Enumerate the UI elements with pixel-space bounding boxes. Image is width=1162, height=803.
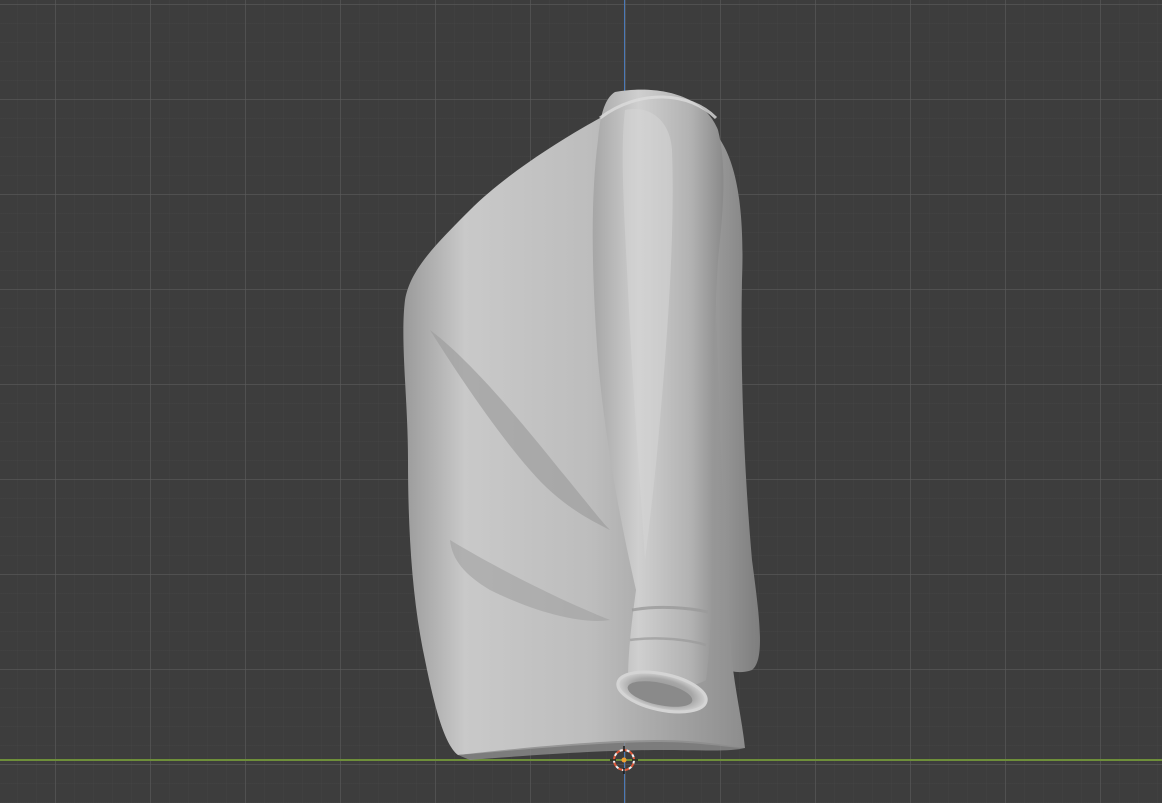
3d-cursor-icon[interactable] [610,746,638,774]
3d-viewport[interactable] [0,0,1162,803]
sweater-mesh[interactable] [0,0,1162,803]
